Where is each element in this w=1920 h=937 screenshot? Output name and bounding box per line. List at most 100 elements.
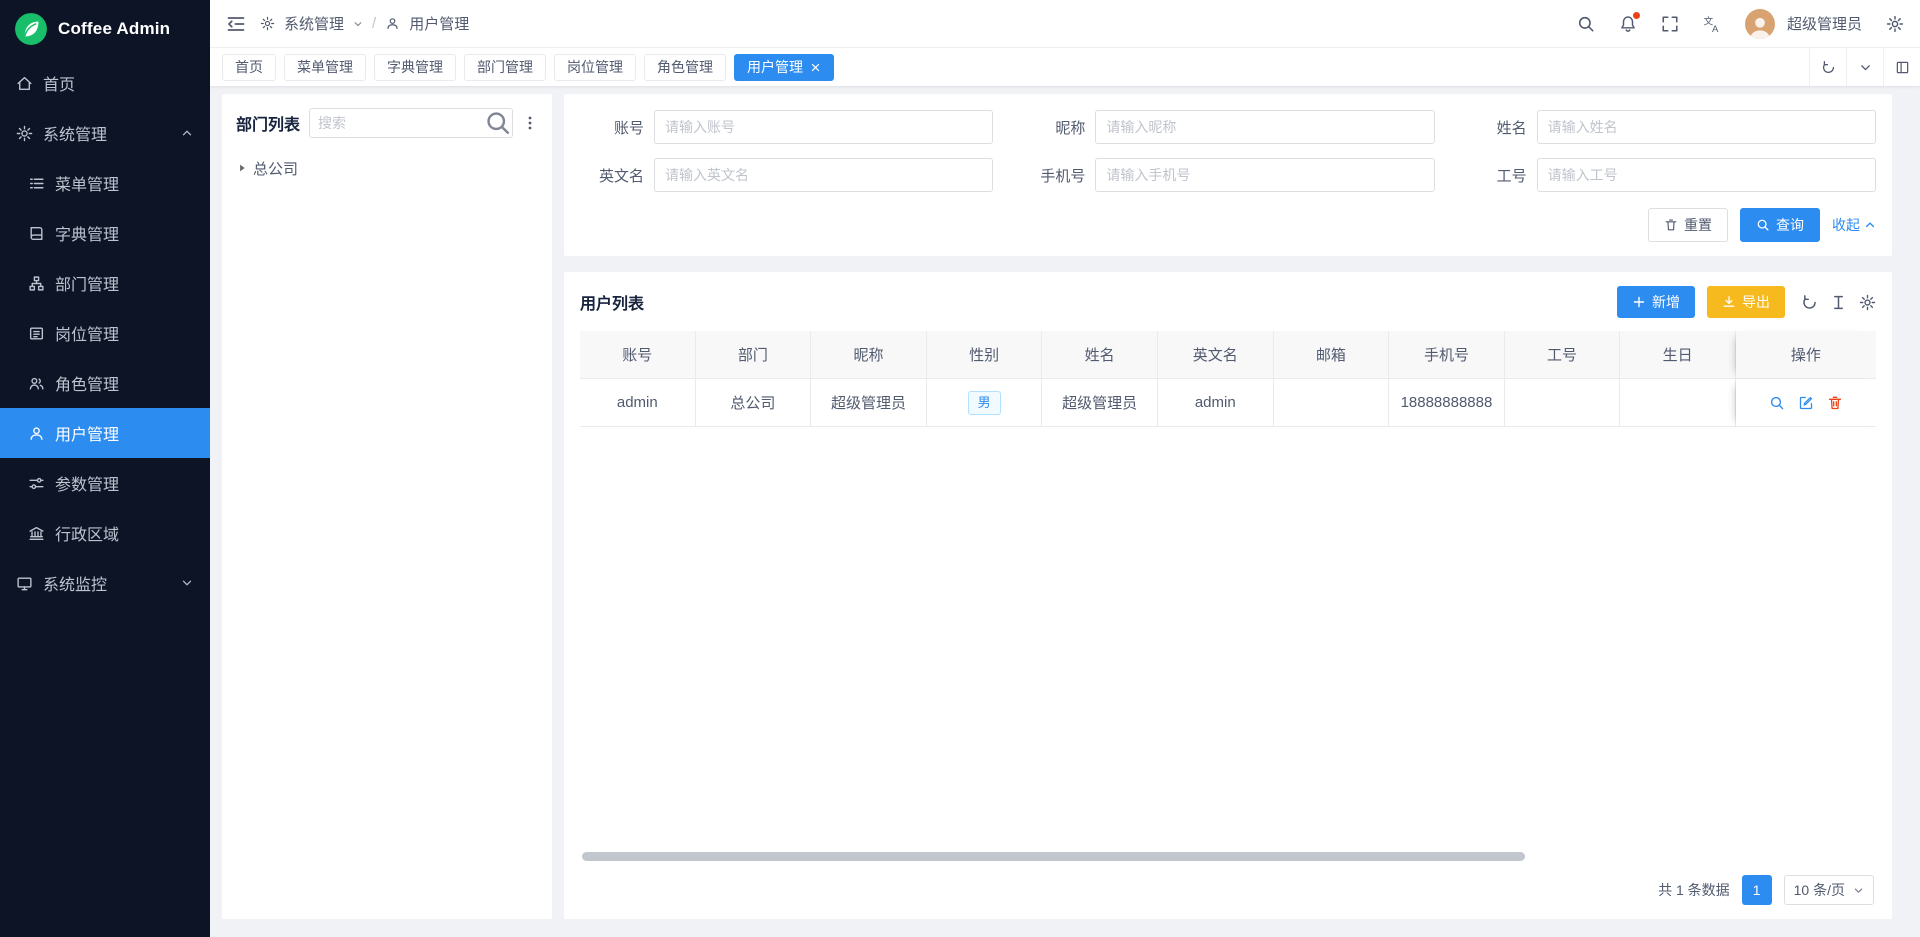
dept-panel-title: 部门列表 <box>236 111 300 135</box>
username-label[interactable]: 超级管理员 <box>1787 13 1862 34</box>
sidebar-item-system-mgmt[interactable]: 系统管理 <box>0 108 210 158</box>
content-area: 部门列表 总公司 <box>210 86 1920 937</box>
tab-user-mgmt[interactable]: 用户管理 <box>734 54 834 81</box>
sidebar-item-user-mgmt[interactable]: 用户管理 <box>0 408 210 458</box>
column-height-icon[interactable] <box>1830 294 1847 311</box>
table-row[interactable]: admin 总公司 超级管理员 男 超级管理员 admin 1888888888… <box>580 379 1876 427</box>
user-icon <box>385 16 400 31</box>
table-empty-space <box>580 427 1876 852</box>
sidebar-item-dept-mgmt[interactable]: 部门管理 <box>0 258 210 308</box>
tab-post-mgmt[interactable]: 岗位管理 <box>554 54 636 81</box>
reset-label: 重置 <box>1684 215 1712 235</box>
user-table: 账号 部门 昵称 性别 姓名 英文名 邮箱 手机号 工号 生日 操作 <box>580 331 1876 427</box>
cell-english-name: admin <box>1158 379 1274 427</box>
chevron-down-icon[interactable] <box>1846 48 1883 86</box>
page-number-button[interactable]: 1 <box>1742 875 1772 905</box>
translate-icon[interactable]: 文A <box>1703 15 1721 33</box>
field-label: 昵称 <box>1021 117 1085 138</box>
nickname-input[interactable] <box>1095 110 1434 144</box>
dictionary-icon <box>28 225 45 242</box>
tab-label: 岗位管理 <box>567 57 623 77</box>
more-vertical-icon[interactable] <box>522 115 538 131</box>
layout-icon[interactable] <box>1883 48 1920 86</box>
sidebar-item-dict-mgmt[interactable]: 字典管理 <box>0 208 210 258</box>
cell-phone: 18888888888 <box>1389 379 1505 427</box>
topbar-actions: 文A 超级管理员 <box>1577 9 1904 39</box>
home-icon <box>16 75 33 92</box>
sidebar-item-region[interactable]: 行政区域 <box>0 508 210 558</box>
search-icon[interactable] <box>1577 15 1595 33</box>
add-button[interactable]: 新增 <box>1617 286 1695 318</box>
name-input[interactable] <box>1537 110 1876 144</box>
search-icon[interactable] <box>484 109 512 137</box>
cell-name: 超级管理员 <box>1042 379 1158 427</box>
sidebar-item-param-mgmt[interactable]: 参数管理 <box>0 458 210 508</box>
tab-label: 用户管理 <box>747 57 803 77</box>
bell-icon[interactable] <box>1619 15 1637 33</box>
add-label: 新增 <box>1652 292 1680 312</box>
refresh-icon[interactable] <box>1809 48 1846 86</box>
monitor-icon <box>16 575 33 592</box>
tab-menu-mgmt[interactable]: 菜单管理 <box>284 54 366 81</box>
settings-gear-icon[interactable] <box>1886 15 1904 33</box>
tab-bar: 首页 菜单管理 字典管理 部门管理 岗位管理 角色管理 用户管理 <box>210 48 1920 86</box>
field-label: 工号 <box>1463 165 1527 186</box>
query-button[interactable]: 查询 <box>1740 208 1820 242</box>
column-header-birthday: 生日 <box>1620 331 1736 379</box>
edit-icon[interactable] <box>1798 395 1814 411</box>
delete-icon[interactable] <box>1827 395 1843 411</box>
tab-label: 部门管理 <box>477 57 533 77</box>
tab-home[interactable]: 首页 <box>222 54 276 81</box>
sliders-icon <box>28 475 45 492</box>
user-list-title: 用户列表 <box>580 290 644 314</box>
view-icon[interactable] <box>1769 395 1785 411</box>
account-input[interactable] <box>654 110 993 144</box>
scrollbar-thumb[interactable] <box>582 852 1525 861</box>
gear-icon <box>260 16 275 31</box>
field-label: 账号 <box>580 117 644 138</box>
refresh-icon[interactable] <box>1801 294 1818 311</box>
dept-panel: 部门列表 总公司 <box>222 94 552 919</box>
job-no-input[interactable] <box>1537 158 1876 192</box>
tab-dict-mgmt[interactable]: 字典管理 <box>374 54 456 81</box>
column-settings-gear-icon[interactable] <box>1859 294 1876 311</box>
field-english-name: 英文名 <box>580 158 993 192</box>
page-size-select[interactable]: 10 条/页 <box>1784 875 1874 905</box>
cell-actions <box>1736 379 1876 427</box>
collapse-toggle[interactable]: 收起 <box>1832 215 1876 235</box>
gender-badge: 男 <box>968 391 1001 415</box>
download-icon <box>1722 295 1736 309</box>
menu-fold-icon[interactable] <box>226 14 246 34</box>
cell-department: 总公司 <box>696 379 812 427</box>
sidebar-menu: 首页 系统管理 菜单管理 字典管理 部门管理 岗位管理 <box>0 58 210 937</box>
close-icon[interactable] <box>810 62 821 73</box>
avatar[interactable] <box>1745 9 1775 39</box>
users-icon <box>28 375 45 392</box>
sidebar-item-post-mgmt[interactable]: 岗位管理 <box>0 308 210 358</box>
sidebar-item-role-mgmt[interactable]: 角色管理 <box>0 358 210 408</box>
table-header-row: 账号 部门 昵称 性别 姓名 英文名 邮箱 手机号 工号 生日 操作 <box>580 331 1876 379</box>
reset-button[interactable]: 重置 <box>1648 208 1728 242</box>
pagination-total: 共 1 条数据 <box>1658 880 1730 900</box>
phone-input[interactable] <box>1095 158 1434 192</box>
export-label: 导出 <box>1742 292 1770 312</box>
sidebar-item-menu-mgmt[interactable]: 菜单管理 <box>0 158 210 208</box>
sidebar-item-label: 岗位管理 <box>55 321 119 345</box>
english-name-input[interactable] <box>654 158 993 192</box>
sidebar-item-label: 部门管理 <box>55 271 119 295</box>
dept-search-input[interactable] <box>310 115 484 131</box>
breadcrumb-level1[interactable]: 系统管理 <box>284 13 344 34</box>
sidebar-item-system-monitor[interactable]: 系统监控 <box>0 558 210 608</box>
cell-account: admin <box>580 379 696 427</box>
caret-right-icon[interactable] <box>236 162 248 174</box>
field-name: 姓名 <box>1463 110 1876 144</box>
page-size-value: 10 条/页 <box>1794 880 1845 900</box>
column-header-english-name: 英文名 <box>1158 331 1274 379</box>
main-area: 系统管理 / 用户管理 文A 超级管理员 <box>210 0 1920 937</box>
sidebar-item-home[interactable]: 首页 <box>0 58 210 108</box>
tab-role-mgmt[interactable]: 角色管理 <box>644 54 726 81</box>
tab-dept-mgmt[interactable]: 部门管理 <box>464 54 546 81</box>
export-button[interactable]: 导出 <box>1707 286 1785 318</box>
fullscreen-icon[interactable] <box>1661 15 1679 33</box>
tree-node-head-office[interactable]: 总公司 <box>236 154 538 182</box>
